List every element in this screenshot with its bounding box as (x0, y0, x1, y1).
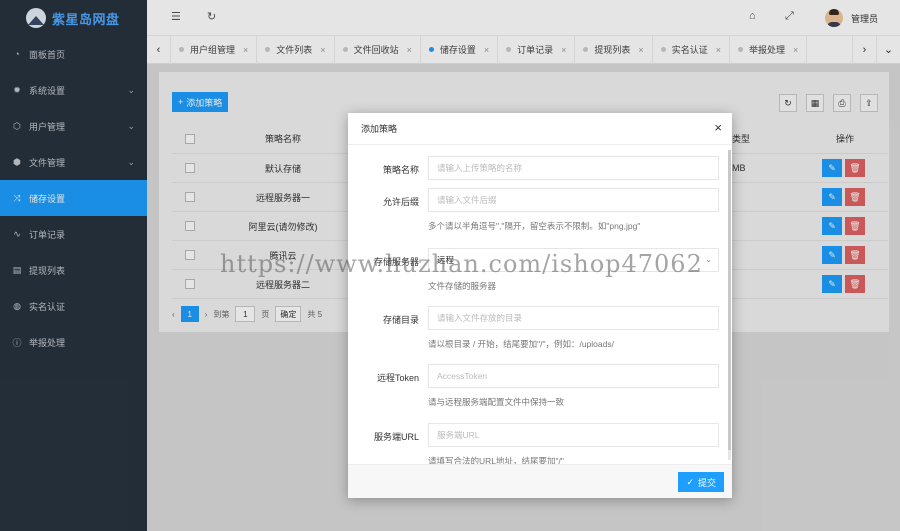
dialog-footer: ✓ 提交 (348, 464, 732, 498)
field-help: 请填写合法的URL地址，结尾要加"/" (428, 456, 564, 464)
dialog-title: 添加策略 (361, 124, 398, 134)
text-input[interactable]: 请输入上传策略的名称 (428, 156, 719, 180)
field-label: 允许后缀 (382, 197, 419, 207)
input-placeholder: AccessToken (437, 371, 488, 381)
chevron-down-icon: ⌄ (705, 255, 712, 264)
text-input[interactable]: 请输入文件存放的目录 (428, 306, 719, 330)
text-input[interactable]: 请输入文件后缀 (428, 188, 719, 212)
watermark: https://www.huzhan.com/ishop47062 (220, 250, 703, 278)
text-input[interactable]: AccessToken (428, 364, 719, 388)
input-placeholder: 请输入上传策略的名称 (437, 163, 523, 173)
field-label: 服务端URL (373, 432, 419, 442)
dialog-form: 策略名称 请输入上传策略的名称允许后缀 请输入文件后缀多个请以半角逗号","隔开，留… (348, 146, 732, 464)
close-icon[interactable]: × (714, 121, 722, 135)
dialog-scrollbar[interactable] (728, 150, 731, 460)
submit-button[interactable]: ✓ 提交 (678, 472, 724, 492)
add-policy-dialog: 添加策略 × 策略名称 请输入上传策略的名称允许后缀 请输入文件后缀多个请以半角逗号… (348, 113, 732, 498)
field-help: 请以根目录 / 开始，结尾要加"/"，例如：/uploads/ (428, 339, 614, 349)
field-help: 多个请以半角逗号","隔开，留空表示不限制。如"png,jpg" (428, 221, 641, 231)
field-label: 策略名称 (382, 165, 419, 175)
text-input[interactable]: 服务端URL (428, 423, 719, 447)
field-label: 存储目录 (382, 315, 419, 325)
field-help: 请与远程服务端配置文件中保持一致 (428, 397, 565, 407)
submit-label: 提交 (697, 477, 716, 488)
input-placeholder: 请输入文件存放的目录 (437, 313, 523, 323)
field-label: 远程Token (376, 373, 419, 383)
input-placeholder: 请输入文件后缀 (437, 195, 497, 205)
input-placeholder: 服务端URL (437, 430, 480, 440)
dialog-header: 添加策略 × (348, 113, 732, 145)
check-icon: ✓ (686, 476, 694, 487)
field-help: 文件存储的服务器 (428, 281, 497, 291)
